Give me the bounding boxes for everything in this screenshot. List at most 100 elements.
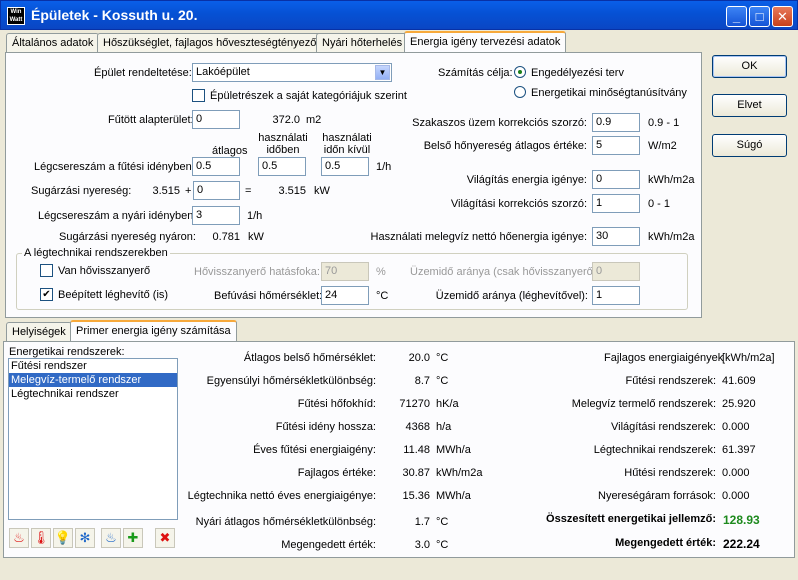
- col-out-of-use-line2: időn kívül: [323, 144, 371, 156]
- result-label: Légtechnika nettó éves energiaigénye:: [187, 490, 376, 502]
- internal-gain-input[interactable]: 5: [592, 136, 640, 155]
- maximize-button[interactable]: □: [749, 6, 770, 27]
- lighting-input[interactable]: 0: [592, 170, 640, 189]
- specific-header-unit: [kWh/m2a]: [722, 352, 775, 364]
- specific-label: Világítási rendszerek:: [611, 421, 716, 433]
- intermittent-label: Szakaszos üzem korrekciós szorzó:: [412, 117, 587, 129]
- purpose-permit-radio[interactable]: [514, 66, 526, 78]
- tab-rooms[interactable]: Helyiségek: [6, 322, 72, 342]
- supply-temp-label: Befúvási hőmérséklet:: [214, 290, 323, 302]
- result-label: Éves fűtési energiaigény:: [253, 444, 376, 456]
- solar-gain-total: 3.515: [278, 185, 306, 197]
- ventilation-group-title: A légtechnikai rendszerekben: [22, 247, 170, 259]
- specific-label: Melegvíz termelő rendszerek:: [571, 398, 716, 410]
- op-ratio-heater-input[interactable]: 1: [592, 286, 640, 305]
- purpose-permit-label: Engedélyezési terv: [531, 67, 624, 79]
- thermometer-icon[interactable]: 🌡: [31, 528, 51, 548]
- total-value: 128.93: [723, 513, 760, 527]
- air-change-average-input[interactable]: 0.5: [192, 157, 240, 176]
- result-unit: h/a: [436, 421, 452, 433]
- heat-recovery-eff-unit: %: [376, 266, 386, 278]
- result-value: 20.0: [408, 352, 430, 364]
- air-change-out-of-use-input[interactable]: 0.5: [321, 157, 369, 176]
- specific-label: Hűtési rendszerek:: [624, 467, 716, 479]
- specific-label: Fűtési rendszerek:: [625, 375, 716, 387]
- ok-button[interactable]: OK: [712, 55, 787, 78]
- chevron-down-icon[interactable]: ▼: [375, 65, 390, 80]
- add-icon[interactable]: ✚: [123, 528, 143, 548]
- built-in-heater-checkbox[interactable]: ✔: [40, 288, 53, 301]
- fan-icon[interactable]: ✻: [75, 528, 95, 548]
- result-value: 8.7: [414, 375, 430, 387]
- delete-icon[interactable]: ✖: [155, 528, 175, 548]
- tab-primary-energy[interactable]: Primer energia igény számítása: [70, 320, 237, 342]
- systems-list[interactable]: Fűtési rendszer Melegvíz-termelő rendsze…: [8, 358, 178, 520]
- specific-value: 0.000: [722, 421, 750, 433]
- solar-gain-value: 3.515: [152, 185, 180, 197]
- dhw-unit: kWh/m2a: [648, 231, 695, 243]
- result-label: Fűtési hőfokhíd:: [297, 398, 376, 410]
- lighting-label: Világítás energia igénye:: [466, 174, 587, 186]
- col-in-use-line2: időben: [266, 144, 300, 156]
- list-item[interactable]: Fűtési rendszer: [9, 359, 177, 373]
- tab-general[interactable]: Általános adatok: [6, 33, 100, 53]
- result-unit: MWh/a: [436, 444, 471, 456]
- solar-gain-input[interactable]: 0: [193, 181, 240, 200]
- specific-header-label: Fajlagos energiaigények: [604, 352, 724, 364]
- solar-summer-value: 0.781: [212, 231, 240, 243]
- building-use-value: Lakóépület: [196, 66, 250, 78]
- total-label: Összesített energetikai jellemző:: [546, 513, 716, 525]
- result-unit: °C: [436, 539, 449, 551]
- minimize-button[interactable]: _: [726, 6, 747, 27]
- heat-recovery-checkbox[interactable]: [40, 264, 53, 277]
- op-ratio-hr-input[interactable]: 0: [592, 262, 640, 281]
- building-use-select[interactable]: Lakóépület ▼: [192, 63, 392, 82]
- lighting-corr-range: 0 - 1: [648, 198, 671, 210]
- result-value: 71270: [399, 398, 430, 410]
- purpose-certificate-label: Energetikai minőségtanúsítvány: [531, 87, 687, 99]
- result-label: Egyensúlyi hőmérsékletkülönbség:: [206, 375, 376, 387]
- list-item[interactable]: Légtechnikai rendszer: [9, 387, 177, 401]
- col-in-use-line1: használati: [258, 132, 308, 144]
- purpose-certificate-radio[interactable]: [514, 86, 526, 98]
- specific-value: 25.920: [722, 398, 756, 410]
- tab-energy-design[interactable]: Energia igény tervezési adatok: [404, 31, 567, 53]
- solar-summer-unit: kW: [248, 231, 264, 243]
- tab-heat-demand[interactable]: Hőszükséglet, fajlagos hőveszteségtényez…: [97, 33, 323, 53]
- result-value: 30.87: [402, 467, 430, 479]
- subcategories-checkbox[interactable]: [192, 89, 205, 102]
- air-change-summer-input[interactable]: 3: [192, 206, 240, 225]
- supply-temp-unit: °C: [376, 290, 389, 302]
- allowed-label: Megengedett érték:: [615, 537, 716, 549]
- list-item[interactable]: Melegvíz-termelő rendszer: [9, 373, 177, 387]
- help-button[interactable]: Súgó: [712, 134, 787, 157]
- cooling-icon[interactable]: ♨: [101, 528, 121, 548]
- air-change-summer-label: Légcsereszám a nyári idényben:: [38, 210, 197, 222]
- specific-label: Nyereségáram források:: [598, 490, 716, 502]
- cancel-button[interactable]: Elvet: [712, 94, 787, 117]
- heat-recovery-eff-input[interactable]: 70: [321, 262, 369, 281]
- result-unit: °C: [436, 352, 449, 364]
- supply-temp-input[interactable]: 24: [321, 286, 369, 305]
- solar-summer-label: Sugárzási nyereség nyáron:: [59, 231, 196, 243]
- systems-label: Energetikai rendszerek:: [9, 346, 125, 358]
- air-change-summer-unit: 1/h: [247, 210, 263, 222]
- specific-value: 61.397: [722, 444, 756, 456]
- result-value: 11.48: [403, 444, 430, 456]
- heated-area-input[interactable]: 0: [192, 110, 240, 129]
- dhw-input[interactable]: 30: [592, 227, 640, 246]
- intermittent-input[interactable]: 0.9: [592, 113, 640, 132]
- close-button[interactable]: ✕: [772, 6, 793, 27]
- heating-system-icon[interactable]: ♨: [9, 528, 29, 548]
- result-label: Fűtési idény hossza:: [275, 421, 376, 433]
- tab-summer-heat-load[interactable]: Nyári hőterhelés: [316, 33, 409, 53]
- heated-area-unit: m2: [306, 114, 322, 126]
- result-value: 4368: [405, 421, 430, 433]
- checkmark-icon: ✔: [42, 289, 51, 300]
- air-change-in-use-input[interactable]: 0.5: [258, 157, 306, 176]
- solar-gain-unit: kW: [314, 185, 330, 197]
- result-label: Nyári átlagos hőmérsékletkülönbség:: [195, 516, 376, 528]
- lighting-corr-input[interactable]: 1: [592, 194, 640, 213]
- op-ratio-hr-label: Üzemidő aránya (csak hővisszanyerő):: [410, 266, 600, 278]
- lightbulb-icon[interactable]: 💡: [53, 528, 73, 548]
